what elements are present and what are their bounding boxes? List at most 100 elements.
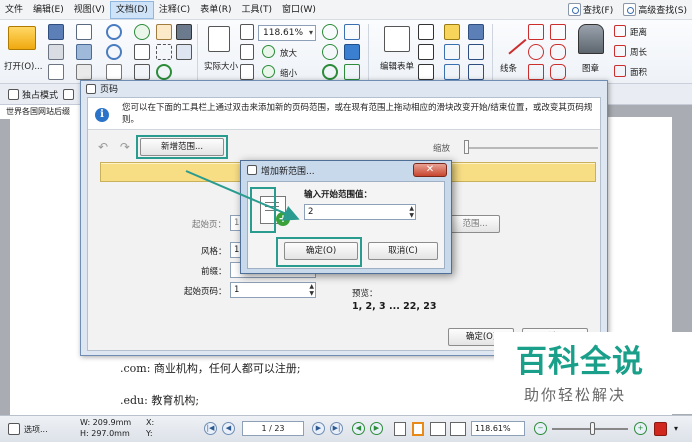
redo-icon[interactable] [106, 44, 122, 60]
stamp-label[interactable]: 图章 [582, 62, 599, 74]
actual-size-icon[interactable] [208, 26, 230, 52]
zoom-in-icon[interactable] [262, 45, 275, 58]
redo-icon[interactable]: ↷ [120, 140, 130, 154]
status-zoom-in-icon[interactable]: + [634, 422, 647, 435]
select-area-icon[interactable] [156, 44, 172, 60]
zoom-slider-track[interactable] [468, 147, 598, 149]
rotate-icon[interactable] [156, 64, 172, 80]
text-field-icon[interactable] [418, 24, 434, 40]
zoom-area-icon[interactable] [322, 44, 338, 60]
exclusive-mode-toggle[interactable]: 独占模式 [3, 88, 63, 101]
menu-form[interactable]: 表单(R) [195, 1, 236, 19]
find-button[interactable]: 查找(F) [565, 2, 616, 17]
menu-view[interactable]: 视图(V) [69, 1, 110, 19]
document-tab[interactable]: 世界各国网站后缀 [0, 105, 80, 119]
zoom-select[interactable]: 118.61% [258, 25, 316, 41]
continuous-page-icon[interactable] [412, 422, 424, 436]
page-icon[interactable] [48, 64, 64, 80]
add-range-titlebar[interactable]: 增加新范围... ✕ [241, 161, 451, 179]
zoom-tool-icon[interactable] [322, 24, 338, 40]
forward-view-icon[interactable]: ▶ [370, 422, 383, 435]
last-page-icon[interactable]: ▶| [330, 422, 343, 435]
area-icon[interactable] [614, 65, 626, 77]
options-button[interactable]: 选项... [24, 424, 48, 435]
scan-icon[interactable] [76, 44, 92, 60]
menu-document[interactable]: 文档(D) [109, 0, 154, 19]
open-label[interactable]: 打开(O)... [4, 60, 42, 72]
pin-icon[interactable] [468, 24, 484, 40]
edit-form-label[interactable]: 编辑表单 [380, 60, 414, 72]
edit-form-icon[interactable] [384, 26, 410, 52]
typewriter-icon[interactable] [444, 24, 460, 40]
cloud-icon[interactable] [550, 44, 566, 60]
undo-icon[interactable]: ↶ [98, 140, 108, 154]
perimeter-label[interactable]: 周长 [630, 46, 647, 58]
copy-icon[interactable] [106, 64, 122, 80]
pdf-icon[interactable] [654, 422, 667, 436]
advanced-find-button[interactable]: 高级查找(S) [620, 2, 690, 17]
add-range-cancel-button[interactable]: 取消(C) [368, 242, 438, 260]
camera-icon[interactable] [176, 24, 192, 40]
text-icon[interactable] [444, 64, 460, 80]
zoom-slider-thumb[interactable] [590, 422, 595, 435]
pentagon-icon[interactable] [550, 24, 566, 40]
attach-icon[interactable] [344, 64, 360, 80]
line-tool-icon[interactable] [495, 23, 527, 55]
status-zoom-out-icon[interactable]: − [534, 422, 547, 435]
menu-edit[interactable]: 编辑(E) [28, 1, 69, 19]
distance-label[interactable]: 距离 [630, 26, 647, 38]
fit-width-icon[interactable] [240, 44, 254, 60]
zoom-out-icon[interactable] [262, 65, 275, 78]
fit-visible-icon[interactable] [240, 64, 254, 80]
text-box-icon[interactable] [418, 44, 434, 60]
list-box-icon[interactable] [418, 64, 434, 80]
single-page-icon[interactable] [394, 422, 406, 436]
range-button[interactable]: 范围... [450, 215, 500, 233]
snapshot-icon[interactable] [176, 44, 192, 60]
back-view-icon[interactable]: ◀ [352, 422, 365, 435]
stamp-icon[interactable] [578, 24, 604, 54]
start-range-input[interactable]: 2 ▲ ▼ [304, 204, 416, 220]
zoom-out-label[interactable]: 缩小 [280, 67, 297, 79]
first-page-icon[interactable]: |◀ [204, 422, 217, 435]
menu-file[interactable]: 文件 [0, 1, 28, 19]
refresh-icon[interactable] [322, 64, 338, 80]
start-range-spinner[interactable]: ▲ ▼ [409, 205, 414, 219]
print-icon[interactable] [48, 44, 64, 60]
strikeout-icon[interactable] [444, 44, 460, 60]
page-number-dialog-titlebar[interactable]: 页码 [81, 81, 607, 96]
zoom-in-label[interactable]: 放大 [280, 47, 297, 59]
facing-page-icon[interactable] [430, 422, 446, 436]
rectangle-icon[interactable] [528, 24, 544, 40]
back-icon[interactable] [134, 24, 150, 40]
link-icon[interactable] [344, 24, 360, 40]
menu-window[interactable]: 窗口(W) [277, 1, 321, 19]
ellipse-icon[interactable] [528, 44, 544, 60]
status-zoom-select[interactable]: 118.61% [471, 421, 525, 436]
select-text-icon[interactable] [134, 44, 150, 60]
save-icon[interactable] [48, 24, 64, 40]
continuous-facing-icon[interactable] [450, 422, 466, 436]
email-icon[interactable] [76, 24, 92, 40]
undo-icon[interactable] [106, 24, 122, 40]
page-indicator[interactable]: 1 / 23 [242, 421, 304, 436]
actual-size-label[interactable]: 实际大小 [204, 60, 238, 72]
menu-comment[interactable]: 注释(C) [154, 1, 195, 19]
start-number-field[interactable]: 1 ▲ ▼ [230, 282, 316, 298]
sound-icon[interactable] [468, 64, 484, 80]
start-number-spinner[interactable]: ▲ ▼ [309, 283, 314, 297]
zoom-slider-thumb[interactable] [464, 140, 469, 154]
previous-page-icon[interactable]: ◀ [222, 422, 235, 435]
crop-icon[interactable] [134, 64, 150, 80]
export-icon[interactable] [76, 64, 92, 80]
area-label[interactable]: 面积 [630, 66, 647, 78]
close-icon[interactable]: ✕ [413, 163, 447, 177]
bookmark-icon[interactable] [344, 44, 360, 60]
freehand-icon[interactable] [550, 64, 566, 80]
lines-label[interactable]: 线条 [500, 62, 517, 74]
status-more-icon[interactable]: ▾ [674, 424, 678, 433]
menu-tools[interactable]: 工具(T) [236, 1, 277, 19]
distance-icon[interactable] [614, 25, 626, 37]
open-folder-icon[interactable] [8, 26, 36, 50]
fit-page-icon[interactable] [240, 24, 254, 40]
